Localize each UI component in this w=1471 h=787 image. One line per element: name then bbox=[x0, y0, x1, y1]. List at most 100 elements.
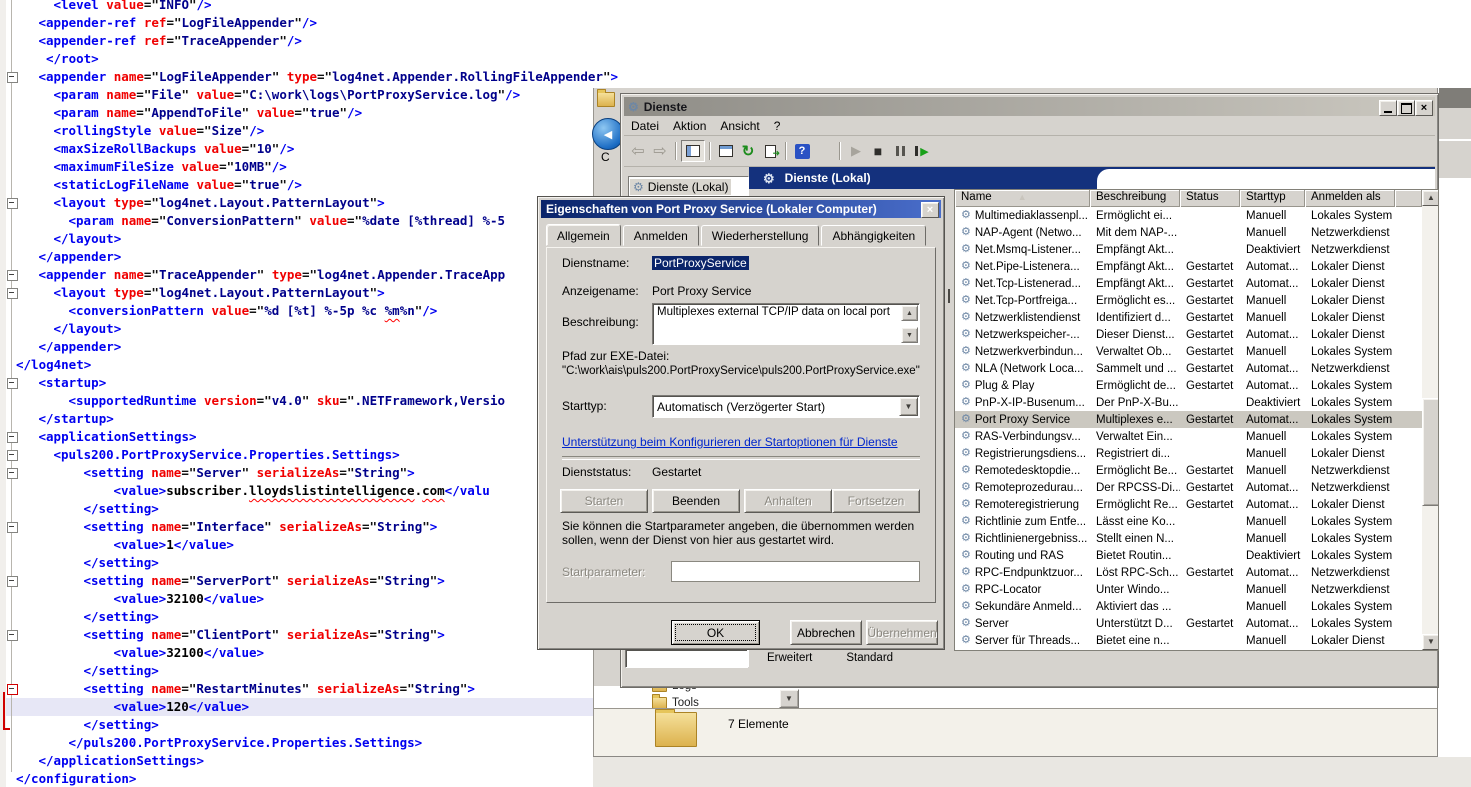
table-row[interactable]: ⚙Richtlinienergebniss...Stellt einen N..… bbox=[955, 530, 1422, 547]
menu-item-datei[interactable]: Datei bbox=[624, 118, 666, 134]
table-row[interactable]: ⚙Server für Threads...Bietet eine n...Ma… bbox=[955, 632, 1422, 649]
table-row[interactable]: ⚙Net.Pipe-Listenera...Empfängt Akt...Ges… bbox=[955, 258, 1422, 275]
pause-service-icon[interactable] bbox=[889, 141, 911, 161]
table-row[interactable]: ⚙Registrierungsdiens...Registriert di...… bbox=[955, 445, 1422, 462]
tab-anmelden[interactable]: Anmelden bbox=[623, 225, 699, 246]
fold-toggle[interactable] bbox=[7, 630, 18, 641]
table-row[interactable]: ⚙NetzwerklistendienstIdentifiziert d...G… bbox=[955, 309, 1422, 326]
scroll-down-button[interactable]: ▼ bbox=[901, 327, 918, 343]
fold-toggle[interactable] bbox=[7, 468, 18, 479]
view-tab-standard[interactable]: Standard bbox=[830, 650, 909, 668]
service-name: ⚙RAS-Verbindungsv... bbox=[955, 431, 1090, 443]
services-titlebar[interactable]: ⚙ Dienste bbox=[624, 97, 1435, 116]
column-header-anmeldenals[interactable]: Anmelden als bbox=[1305, 190, 1395, 207]
tab-wiederherstellung[interactable]: Wiederherstellung bbox=[701, 225, 820, 246]
view-tab-erweitert[interactable]: Erweitert bbox=[751, 650, 828, 668]
table-row[interactable]: ⚙Richtlinie zum Entfe...Lässt eine Ko...… bbox=[955, 513, 1422, 530]
table-row[interactable]: ⚙RAS-Verbindungsv...Verwaltet Ein...Manu… bbox=[955, 428, 1422, 445]
service-status: Gestartet bbox=[1180, 465, 1240, 477]
table-row[interactable]: ⚙Sekundäre Anmeld...Aktiviert das ...Man… bbox=[955, 598, 1422, 615]
fold-toggle[interactable] bbox=[7, 378, 18, 389]
table-row[interactable]: ⚙Multimediaklassenpl...Ermöglicht ei...M… bbox=[955, 207, 1422, 224]
start-service-icon[interactable] bbox=[845, 141, 867, 161]
dialog-titlebar[interactable]: Eigenschaften von Port Proxy Service (Lo… bbox=[541, 200, 941, 218]
window-title: Dienste bbox=[644, 100, 687, 114]
back-icon[interactable] bbox=[627, 141, 649, 161]
startup-options-help-link[interactable]: Unterstützung beim Konfigurieren der Sta… bbox=[562, 435, 898, 449]
stop-service-icon[interactable] bbox=[867, 141, 889, 161]
show-hide-action-pane-icon[interactable] bbox=[813, 141, 835, 161]
combo-dropdown-button[interactable]: ▼ bbox=[899, 397, 918, 416]
service-name-value[interactable]: PortProxyService bbox=[652, 256, 749, 270]
service-icon: ⚙ bbox=[961, 482, 971, 493]
table-row[interactable]: ⚙PnP-X-IP-Busenum...Der PnP-X-Bu...Deakt… bbox=[955, 394, 1422, 411]
table-row[interactable]: ⚙RPC-LocatorUnter Windo...ManuellNetzwer… bbox=[955, 581, 1422, 598]
filter-box[interactable] bbox=[625, 649, 748, 668]
menu-item-ansicht[interactable]: Ansicht bbox=[713, 118, 766, 134]
fold-toggle[interactable] bbox=[7, 684, 18, 695]
service-name: ⚙Plug & Play bbox=[955, 380, 1090, 392]
close-button[interactable]: × bbox=[1415, 100, 1433, 116]
tab-allgemein[interactable]: Allgemein bbox=[546, 224, 621, 246]
cancel-button[interactable]: Abbrechen bbox=[790, 620, 862, 645]
table-row[interactable]: ⚙Remotedesktopdie...Ermöglicht Be...Gest… bbox=[955, 462, 1422, 479]
scrollbar[interactable]: ▲ ▼ bbox=[1422, 190, 1438, 650]
table-row[interactable]: ⚙Net.Tcp-Listenerad...Empfängt Akt...Ges… bbox=[955, 275, 1422, 292]
pane-splitter[interactable] bbox=[948, 289, 950, 303]
start-button[interactable]: Starten bbox=[560, 489, 648, 513]
show-console-tree-icon[interactable] bbox=[681, 140, 705, 162]
help-icon[interactable] bbox=[791, 141, 813, 161]
start-params-input[interactable] bbox=[671, 561, 920, 582]
apply-button[interactable]: Übernehmen bbox=[866, 620, 938, 645]
column-header-status[interactable]: Status bbox=[1180, 190, 1240, 207]
menu-item-aktion[interactable]: Aktion bbox=[666, 118, 713, 134]
service-description: Stellt einen N... bbox=[1090, 533, 1180, 545]
scroll-up-button[interactable]: ▲ bbox=[901, 305, 918, 321]
fold-toggle[interactable] bbox=[7, 270, 18, 281]
stop-button[interactable]: Beenden bbox=[652, 489, 740, 513]
table-row[interactable]: ⚙Net.Tcp-Portfreiga...Ermöglicht es...Ge… bbox=[955, 292, 1422, 309]
minimize-button[interactable] bbox=[1379, 100, 1397, 116]
table-row[interactable]: ⚙Port Proxy ServiceMultiplexes e...Gesta… bbox=[955, 411, 1422, 428]
table-row[interactable]: ⚙NLA (Network Loca...Sammelt und ...Gest… bbox=[955, 360, 1422, 377]
table-row[interactable]: ⚙ServerUnterstützt D...GestartetAutomat.… bbox=[955, 615, 1422, 632]
fold-toggle[interactable] bbox=[7, 450, 18, 461]
export-list-icon[interactable] bbox=[759, 141, 781, 161]
fold-toggle[interactable] bbox=[7, 522, 18, 533]
fold-toggle[interactable] bbox=[7, 198, 18, 209]
scroll-up-button[interactable]: ▲ bbox=[1422, 190, 1439, 206]
pause-button[interactable]: Anhalten bbox=[744, 489, 832, 513]
forward-icon[interactable] bbox=[649, 141, 671, 161]
menu-item-?[interactable]: ? bbox=[767, 118, 788, 134]
column-header-name[interactable]: Name▲ bbox=[955, 190, 1090, 207]
refresh-icon[interactable] bbox=[737, 141, 759, 161]
fold-toggle[interactable] bbox=[7, 72, 18, 83]
column-header-starttyp[interactable]: Starttyp bbox=[1240, 190, 1305, 207]
dialog-close-button[interactable]: × bbox=[921, 202, 939, 218]
table-row[interactable]: ⚙RemoteregistrierungErmöglicht Re...Gest… bbox=[955, 496, 1422, 513]
maximize-button[interactable] bbox=[1397, 100, 1415, 116]
properties-icon[interactable] bbox=[715, 141, 737, 161]
table-row[interactable]: ⚙Netzwerkverbindun...Verwaltet Ob...Gest… bbox=[955, 343, 1422, 360]
table-row[interactable]: ⚙Routing und RASBietet Routin...Deaktivi… bbox=[955, 547, 1422, 564]
fold-toggle[interactable] bbox=[7, 288, 18, 299]
tree-item-dienste-lokal[interactable]: ⚙ Dienste (Lokal) bbox=[630, 179, 731, 195]
table-row[interactable]: ⚙Remoteprozedurau...Der RPCSS-Di...Gesta… bbox=[955, 479, 1422, 496]
description-box[interactable]: Multiplexes external TCP/IP data on loca… bbox=[652, 303, 920, 345]
column-header-beschreibung[interactable]: Beschreibung bbox=[1090, 190, 1180, 207]
ok-button[interactable]: OK bbox=[671, 620, 760, 645]
start-type-combobox[interactable]: Automatisch (Verzögerter Start) ▼ bbox=[652, 395, 920, 418]
table-row[interactable]: ⚙NAP-Agent (Netwo...Mit dem NAP-...Manue… bbox=[955, 224, 1422, 241]
restart-service-icon[interactable] bbox=[911, 141, 933, 161]
table-row[interactable]: ⚙RPC-Endpunktzuor...Löst RPC-Sch...Gesta… bbox=[955, 564, 1422, 581]
scrollbar-thumb[interactable] bbox=[1422, 398, 1439, 506]
scroll-down-button[interactable]: ▼ bbox=[1422, 634, 1439, 650]
table-row[interactable]: ⚙Netzwerkspeicher-...Dieser Dienst...Ges… bbox=[955, 326, 1422, 343]
table-row[interactable]: ⚙Plug & PlayErmöglicht de...GestartetAut… bbox=[955, 377, 1422, 394]
table-row[interactable]: ⚙Net.Msmq-Listener...Empfängt Akt...Deak… bbox=[955, 241, 1422, 258]
fold-toggle[interactable] bbox=[7, 576, 18, 587]
fold-toggle[interactable] bbox=[7, 432, 18, 443]
tab-abhängigkeiten[interactable]: Abhängigkeiten bbox=[821, 225, 926, 246]
dropdown-button[interactable]: ▼ bbox=[779, 689, 799, 708]
resume-button[interactable]: Fortsetzen bbox=[832, 489, 920, 513]
